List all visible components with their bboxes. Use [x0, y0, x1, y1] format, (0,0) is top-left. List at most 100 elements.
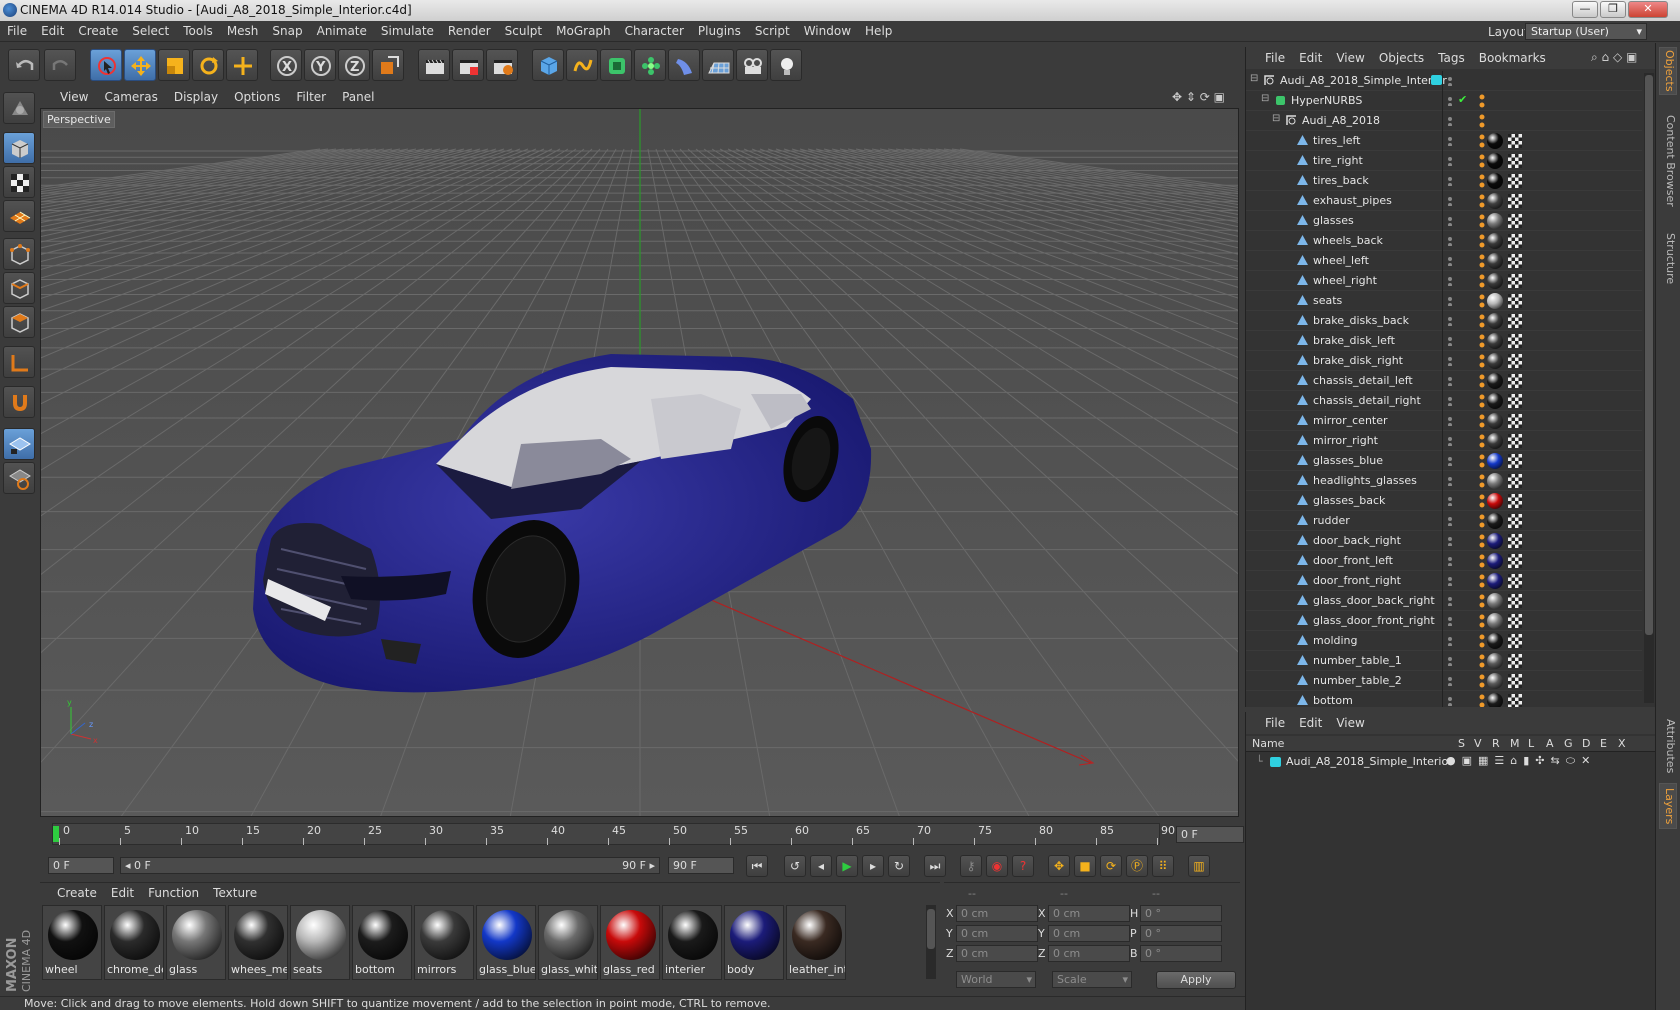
- checkmark-icon[interactable]: ✔: [1458, 93, 1467, 106]
- uvw-tag-icon[interactable]: [1508, 274, 1522, 288]
- phong-tag-icon[interactable]: [1478, 133, 1486, 149]
- column-divider[interactable]: [1442, 71, 1443, 707]
- key-rotation-button[interactable]: ⟳: [1100, 855, 1122, 877]
- live-select-button[interactable]: [90, 49, 122, 81]
- visibility-dots-icon[interactable]: [1447, 136, 1457, 146]
- object-row[interactable]: ⊟ HyperNURBS ✔: [1246, 91, 1642, 111]
- expand-icon[interactable]: ⊟: [1272, 113, 1280, 124]
- planar-workplane-button[interactable]: [3, 462, 35, 494]
- object-row[interactable]: tire_right: [1246, 151, 1642, 171]
- visibility-dots-icon[interactable]: [1447, 656, 1457, 666]
- expand-icon[interactable]: ⊟: [1250, 73, 1258, 84]
- object-menu-edit[interactable]: Edit: [1292, 47, 1329, 69]
- object-row[interactable]: ⊟ Audi_A8_2018_Simple_Interior: [1246, 71, 1642, 91]
- menu-character[interactable]: Character: [618, 21, 691, 42]
- coord-value-field[interactable]: 0 cm: [956, 905, 1038, 922]
- phong-tag-icon[interactable]: [1478, 373, 1486, 389]
- object-row[interactable]: number_table_2: [1246, 671, 1642, 691]
- visibility-dots-icon[interactable]: [1447, 276, 1457, 286]
- menu-help[interactable]: Help: [858, 21, 899, 42]
- cube-object-button[interactable]: [532, 49, 564, 81]
- object-row[interactable]: glass_door_back_right: [1246, 591, 1642, 611]
- phong-tag-icon[interactable]: [1478, 393, 1486, 409]
- coord-value-field[interactable]: 0 cm: [1048, 905, 1130, 922]
- object-row[interactable]: brake_disks_back: [1246, 311, 1642, 331]
- phong-tag-icon[interactable]: [1478, 273, 1486, 289]
- next-key-button[interactable]: ↻: [888, 855, 910, 877]
- visibility-dots-icon[interactable]: [1447, 616, 1457, 626]
- viewport-menu-display[interactable]: Display: [166, 87, 226, 108]
- render-picture-viewer-button[interactable]: [452, 49, 484, 81]
- material-tag-icon[interactable]: [1487, 413, 1503, 429]
- visibility-dots-icon[interactable]: [1447, 516, 1457, 526]
- material-tag-icon[interactable]: [1487, 153, 1503, 169]
- visibility-dots-icon[interactable]: [1447, 496, 1457, 506]
- scale-tool-button[interactable]: [158, 49, 190, 81]
- timeline-ruler[interactable]: 0 5 10 15 20 25 30 35 40 45 50 55 60 65 70 75 80 85 90: [52, 823, 1175, 845]
- phong-tag-icon[interactable]: [1478, 493, 1486, 509]
- object-row[interactable]: door_front_right: [1246, 571, 1642, 591]
- material-scrollbar[interactable]: [926, 905, 936, 979]
- material-tag-icon[interactable]: [1487, 273, 1503, 289]
- uvw-tag-icon[interactable]: [1508, 594, 1522, 608]
- material-tag-icon[interactable]: [1487, 613, 1503, 629]
- previous-key-button[interactable]: ↺: [784, 855, 806, 877]
- timeline-button[interactable]: ▥: [1188, 855, 1210, 877]
- uvw-tag-icon[interactable]: [1508, 614, 1522, 628]
- layer-row[interactable]: └ Audi_A8_2018_Simple_Interior ●▣▦☰⌂▮✣⇆⬭…: [1246, 753, 1656, 771]
- coord-value-field[interactable]: 0 cm: [1048, 925, 1130, 942]
- object-row[interactable]: wheel_right: [1246, 271, 1642, 291]
- visibility-dots-icon[interactable]: [1447, 676, 1457, 686]
- expand-icon[interactable]: ⊟: [1261, 93, 1269, 104]
- material-tag-icon[interactable]: [1487, 173, 1503, 189]
- material-swatch[interactable]: wheel: [42, 905, 102, 980]
- phong-tag-icon[interactable]: [1478, 593, 1486, 609]
- phong-tag-icon[interactable]: [1478, 473, 1486, 489]
- coord-value-field[interactable]: 0 cm: [956, 945, 1038, 962]
- layer-color-swatch[interactable]: [1270, 757, 1281, 767]
- material-swatch[interactable]: mirrors: [414, 905, 474, 980]
- phong-tag-icon[interactable]: [1478, 553, 1486, 569]
- maximize-button[interactable]: ❐: [1600, 1, 1626, 18]
- visibility-dots-icon[interactable]: [1447, 196, 1457, 206]
- phong-tag-icon[interactable]: [1478, 533, 1486, 549]
- menu-script[interactable]: Script: [748, 21, 797, 42]
- material-swatch[interactable]: leather_int: [786, 905, 846, 980]
- close-button[interactable]: ✕: [1628, 1, 1668, 18]
- material-tag-icon[interactable]: [1487, 693, 1503, 707]
- make-editable-button[interactable]: [3, 92, 35, 124]
- visibility-dots-icon[interactable]: [1447, 116, 1457, 126]
- x-axis-lock-button[interactable]: X: [270, 49, 302, 81]
- tab-layers[interactable]: Layers: [1659, 783, 1677, 829]
- material-tag-icon[interactable]: [1487, 313, 1503, 329]
- object-row[interactable]: exhaust_pipes: [1246, 191, 1642, 211]
- menu-mograph[interactable]: MoGraph: [549, 21, 618, 42]
- object-menu-bookmarks[interactable]: Bookmarks: [1472, 47, 1553, 69]
- uvw-tag-icon[interactable]: [1508, 534, 1522, 548]
- object-row[interactable]: brake_disk_right: [1246, 351, 1642, 371]
- uvw-tag-icon[interactable]: [1508, 514, 1522, 528]
- material-tag-icon[interactable]: [1487, 373, 1503, 389]
- object-row[interactable]: glasses_blue: [1246, 451, 1642, 471]
- object-menu-view[interactable]: View: [1329, 47, 1371, 69]
- visibility-dots-icon[interactable]: [1447, 636, 1457, 646]
- uvw-tag-icon[interactable]: [1508, 354, 1522, 368]
- key-pla-button[interactable]: ⠿: [1152, 855, 1174, 877]
- material-tag-icon[interactable]: [1487, 513, 1503, 529]
- material-tag-icon[interactable]: [1487, 293, 1503, 309]
- material-tag-icon[interactable]: [1487, 453, 1503, 469]
- layer-menu-edit[interactable]: Edit: [1292, 712, 1329, 734]
- key-position-button[interactable]: ✥: [1048, 855, 1070, 877]
- uvw-tag-icon[interactable]: [1508, 554, 1522, 568]
- object-row[interactable]: molding: [1246, 631, 1642, 651]
- uvw-tag-icon[interactable]: [1508, 374, 1522, 388]
- uvw-tag-icon[interactable]: [1508, 334, 1522, 348]
- minimize-button[interactable]: —: [1572, 1, 1598, 18]
- object-row[interactable]: mirror_center: [1246, 411, 1642, 431]
- tab-content-browser[interactable]: Content Browser: [1659, 99, 1677, 223]
- uvw-tag-icon[interactable]: [1508, 574, 1522, 588]
- visibility-dots-icon[interactable]: [1447, 376, 1457, 386]
- phong-tag-icon[interactable]: [1478, 233, 1486, 249]
- viewport-navigation-icons[interactable]: ✥ ⇕ ⟳ ▣: [1172, 90, 1225, 104]
- material-tag-icon[interactable]: [1487, 473, 1503, 489]
